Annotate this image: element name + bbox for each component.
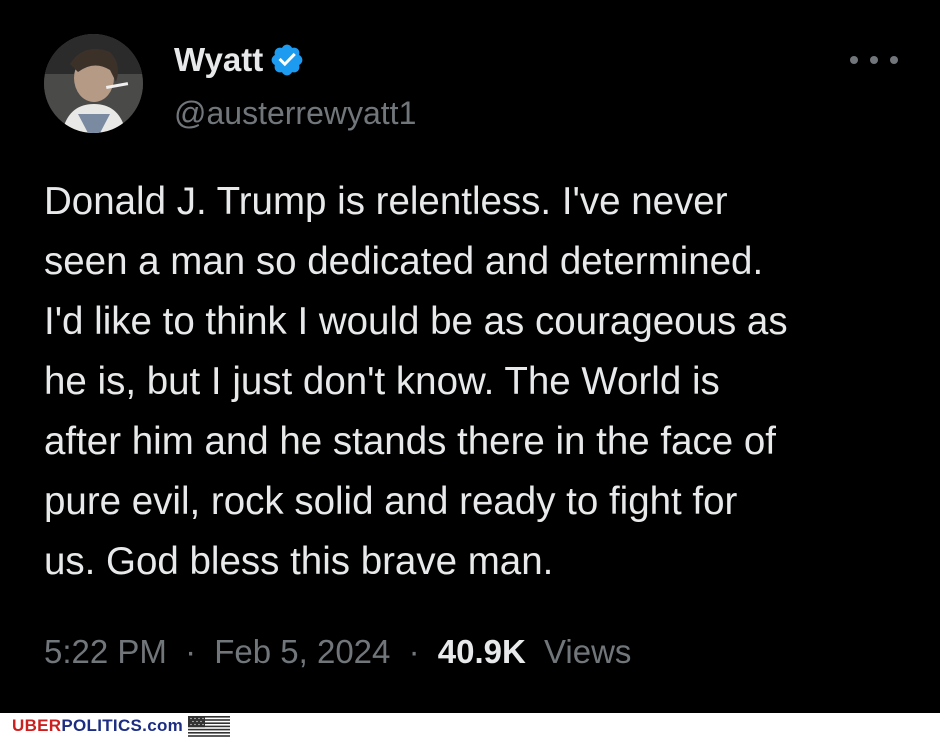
brand-part-1: UBER [12,716,62,735]
display-name[interactable]: Wyatt [174,40,263,80]
tweet-text: Donald J. Trump is relentless. I've neve… [44,180,788,583]
tweet-time[interactable]: 5:22 PM [44,633,167,670]
watermark-bar: UBERPOLITICS.com [0,713,940,739]
avatar[interactable] [44,34,143,133]
meta-separator: · [185,633,197,670]
handle[interactable]: @austerrewyatt1 [174,94,416,132]
us-flag-icon [188,716,230,737]
more-dots-icon[interactable] [850,48,898,72]
views-label: Views [543,633,632,670]
tweet-meta: 5:22 PM · Feb 5, 2024 · 40.9K Views [44,630,631,674]
more-dot [870,56,878,64]
tweet-card: Wyatt @austerrewyatt1 Donald J. Trump is… [0,0,940,713]
brand-part-2: POLITICS.com [61,716,184,735]
display-name-row: Wyatt [174,40,305,80]
avatar-photo [44,34,143,133]
more-dot [850,56,858,64]
watermark-brand: UBERPOLITICS.com [12,717,183,735]
tweet-date[interactable]: Feb 5, 2024 [214,633,390,670]
more-dot [890,56,898,64]
verified-badge-icon [271,44,303,76]
views-count[interactable]: 40.9K [438,633,526,670]
meta-separator: · [408,633,420,670]
